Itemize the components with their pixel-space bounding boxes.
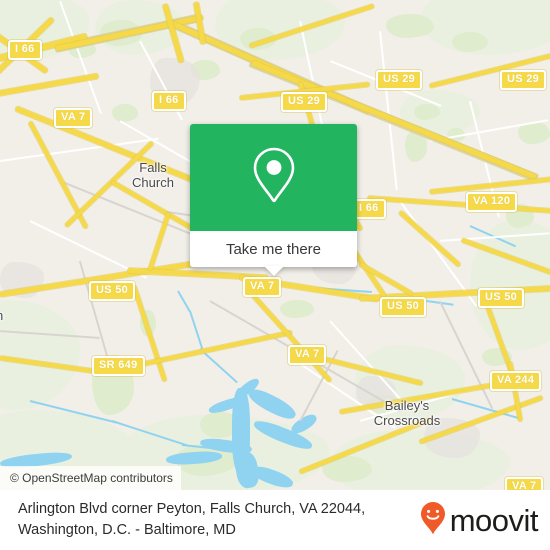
map-attribution[interactable]: © OpenStreetMap contributors bbox=[0, 466, 181, 490]
moovit-pin-smiley-icon bbox=[420, 501, 446, 540]
road-shield-i66-c[interactable]: I 66 bbox=[352, 199, 386, 219]
road-shield-us29-e[interactable]: US 29 bbox=[500, 70, 547, 90]
road-shield-us50-w[interactable]: US 50 bbox=[89, 281, 136, 301]
road-shield-us50-c[interactable]: US 50 bbox=[380, 297, 427, 317]
popup-image-area bbox=[190, 124, 357, 231]
stream bbox=[177, 290, 191, 313]
land-area bbox=[470, 220, 550, 350]
place-label-falls-church: Falls Church bbox=[132, 160, 174, 190]
road-shield-us29-ne[interactable]: US 29 bbox=[376, 70, 423, 90]
road-shield-va244[interactable]: VA 244 bbox=[490, 371, 542, 391]
park-area bbox=[280, 300, 314, 318]
map-canvas[interactable]: Falls Church Bailey's Crossroads n I 66 … bbox=[0, 0, 550, 490]
road-shield-va7-c[interactable]: VA 7 bbox=[243, 277, 282, 297]
map-screenshot: Falls Church Bailey's Crossroads n I 66 … bbox=[0, 0, 550, 550]
address-caption: Arlington Blvd corner Peyton, Falls Chur… bbox=[18, 501, 366, 538]
road-shield-va7-s[interactable]: VA 7 bbox=[288, 345, 327, 365]
trunk-road bbox=[0, 73, 99, 101]
road-shield-us50-e[interactable]: US 50 bbox=[478, 288, 525, 308]
popup-pointer-tail bbox=[263, 266, 284, 276]
footer-bar: Arlington Blvd corner Peyton, Falls Chur… bbox=[0, 490, 550, 550]
location-popup-card[interactable]: Take me there bbox=[190, 124, 357, 276]
moovit-wordmark: moovit bbox=[449, 502, 539, 538]
moovit-logo[interactable]: moovit bbox=[420, 501, 539, 540]
stream bbox=[199, 348, 238, 384]
map-pin-icon bbox=[251, 146, 297, 209]
road-shield-va7-nw[interactable]: VA 7 bbox=[54, 108, 93, 128]
stream bbox=[189, 310, 204, 350]
road-shield-us29-n[interactable]: US 29 bbox=[281, 92, 328, 112]
attribution-text: © OpenStreetMap contributors bbox=[10, 471, 173, 485]
park-area bbox=[112, 104, 138, 122]
road-shield-i66-n[interactable]: I 66 bbox=[152, 91, 186, 111]
place-label-baileys-crossroads: Bailey's Crossroads bbox=[373, 398, 441, 428]
road-shield-sr649[interactable]: SR 649 bbox=[92, 356, 145, 376]
road-shield-va7-se[interactable]: VA 7 bbox=[505, 477, 544, 490]
road-shield-i66-nw[interactable]: I 66 bbox=[8, 40, 42, 60]
place-label-clipped-left: n bbox=[0, 308, 14, 323]
take-me-there-button[interactable]: Take me there bbox=[190, 231, 357, 267]
road-shield-va120[interactable]: VA 120 bbox=[466, 192, 518, 212]
